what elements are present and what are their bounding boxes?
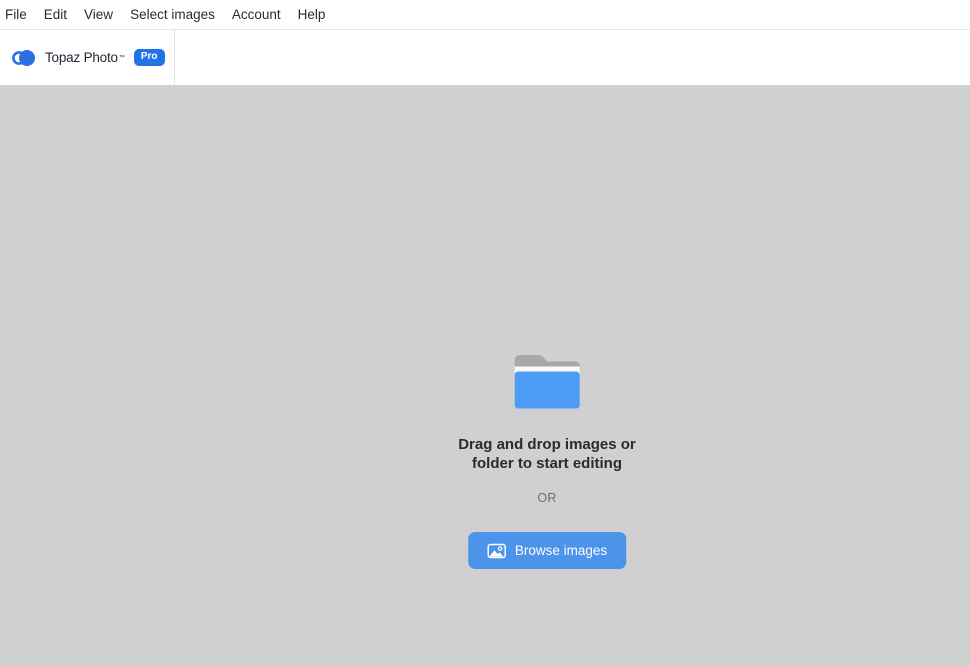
menu-help[interactable]: Help	[298, 7, 326, 22]
browse-images-label: Browse images	[515, 543, 607, 558]
pro-badge: Pro	[134, 49, 165, 66]
menu-file[interactable]: File	[5, 7, 27, 22]
topaz-logo-icon	[11, 49, 36, 67]
menu-account[interactable]: Account	[232, 7, 281, 22]
image-icon	[487, 543, 506, 559]
dropzone-title-line1: Drag and drop images or	[458, 435, 636, 454]
menu-view[interactable]: View	[84, 7, 113, 22]
drop-zone-content: Drag and drop images or folder to start …	[458, 85, 636, 569]
folder-icon	[512, 351, 582, 414]
brand: Topaz Photo™ Pro	[11, 49, 165, 67]
drop-zone[interactable]: Drag and drop images or folder to start …	[0, 85, 970, 666]
browse-images-button[interactable]: Browse images	[468, 532, 626, 569]
dropzone-title-line2: folder to start editing	[458, 454, 636, 473]
or-divider-label: OR	[537, 491, 556, 505]
trademark-mark: ™	[119, 53, 125, 63]
header-divider	[174, 30, 175, 85]
dropzone-title: Drag and drop images or folder to start …	[458, 435, 636, 473]
app-header: Topaz Photo™ Pro	[0, 30, 970, 85]
menu-select-images[interactable]: Select images	[130, 7, 215, 22]
menu-edit[interactable]: Edit	[44, 7, 67, 22]
brand-name: Topaz Photo	[45, 50, 118, 65]
menu-bar: File Edit View Select images Account Hel…	[0, 0, 970, 30]
